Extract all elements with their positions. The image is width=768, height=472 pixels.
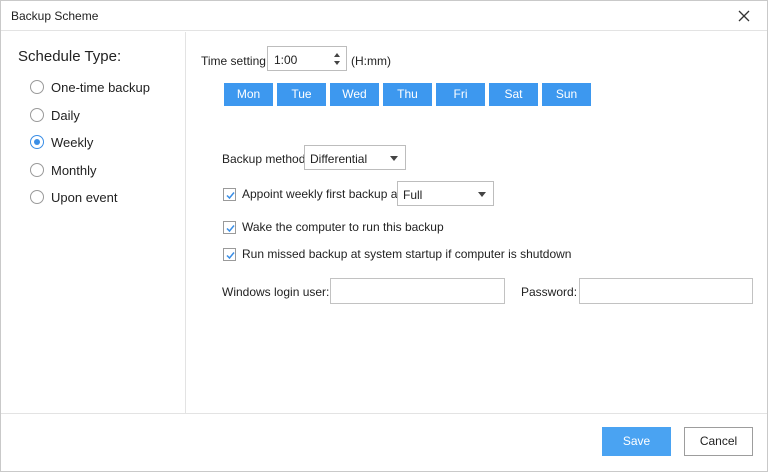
day-button-sat[interactable]: Sat bbox=[489, 83, 538, 106]
time-format-hint: (H:mm) bbox=[351, 54, 391, 68]
backup-scheme-dialog: Backup Scheme Schedule Type: One-time ba… bbox=[0, 0, 768, 472]
checkbox-label: Run missed backup at system startup if c… bbox=[242, 247, 572, 261]
radio-one-time-backup[interactable]: One-time backup bbox=[30, 77, 150, 97]
save-button[interactable]: Save bbox=[602, 427, 671, 456]
radio-button-selected[interactable] bbox=[30, 135, 44, 149]
radio-label: Monthly bbox=[51, 162, 97, 178]
radio-label: Weekly bbox=[51, 134, 94, 150]
radio-upon-event[interactable]: Upon event bbox=[30, 187, 118, 207]
password-input[interactable] bbox=[579, 278, 753, 304]
backup-method-value: Differential bbox=[310, 152, 368, 166]
schedule-type-heading: Schedule Type: bbox=[18, 48, 122, 65]
checkbox[interactable] bbox=[223, 247, 236, 261]
checkbox-label: Wake the computer to run this backup bbox=[242, 220, 444, 234]
time-value: 1:00 bbox=[274, 53, 298, 67]
radio-monthly[interactable]: Monthly bbox=[30, 160, 97, 180]
day-button-wed[interactable]: Wed bbox=[330, 83, 379, 106]
radio-daily[interactable]: Daily bbox=[30, 105, 80, 125]
backup-method-dropdown[interactable]: Differential bbox=[304, 145, 406, 170]
wake-computer-checkbox[interactable]: Wake the computer to run this backup bbox=[223, 218, 444, 236]
chevron-down-icon bbox=[478, 192, 486, 197]
run-missed-backup-checkbox[interactable]: Run missed backup at system startup if c… bbox=[223, 245, 571, 263]
day-button-mon[interactable]: Mon bbox=[224, 83, 273, 106]
checkbox[interactable] bbox=[223, 220, 236, 234]
day-button-tue[interactable]: Tue bbox=[277, 83, 326, 106]
dialog-footer: Save Cancel bbox=[1, 413, 767, 471]
radio-label: Upon event bbox=[51, 189, 118, 205]
radio-label: One-time backup bbox=[51, 79, 150, 95]
windows-login-user-input[interactable] bbox=[330, 278, 505, 304]
windows-login-user-label: Windows login user: bbox=[222, 285, 330, 299]
appoint-weekly-first-backup-checkbox[interactable]: Appoint weekly first backup as bbox=[223, 185, 403, 203]
chevron-down-icon bbox=[390, 156, 398, 161]
password-label: Password: bbox=[521, 285, 578, 299]
title-bar: Backup Scheme bbox=[1, 1, 767, 31]
day-button-sun[interactable]: Sun bbox=[542, 83, 591, 106]
window-title: Backup Scheme bbox=[11, 9, 99, 23]
time-spinner[interactable]: 1:00 bbox=[267, 46, 347, 71]
first-backup-type-dropdown[interactable]: Full bbox=[397, 181, 494, 206]
day-button-fri[interactable]: Fri bbox=[436, 83, 485, 106]
radio-weekly[interactable]: Weekly bbox=[30, 132, 93, 152]
time-setting-label: Time setting bbox=[201, 54, 266, 68]
close-icon[interactable] bbox=[735, 7, 753, 25]
backup-method-label: Backup method bbox=[222, 152, 306, 166]
radio-button[interactable] bbox=[30, 163, 44, 177]
day-button-thu[interactable]: Thu bbox=[383, 83, 432, 106]
radio-label: Daily bbox=[51, 107, 80, 123]
checkbox-label: Appoint weekly first backup as bbox=[242, 187, 404, 201]
cancel-button[interactable]: Cancel bbox=[684, 427, 753, 456]
first-backup-type-value: Full bbox=[403, 188, 423, 202]
spinner-arrows-icon[interactable] bbox=[332, 50, 342, 68]
schedule-type-panel: Schedule Type: One-time backup Daily Wee… bbox=[1, 32, 186, 413]
schedule-settings-panel: Time setting 1:00 (H:mm) Mon Tue Wed Thu… bbox=[187, 32, 767, 413]
radio-button[interactable] bbox=[30, 80, 44, 94]
checkbox[interactable] bbox=[223, 187, 236, 201]
radio-button[interactable] bbox=[30, 190, 44, 204]
radio-button[interactable] bbox=[30, 108, 44, 122]
